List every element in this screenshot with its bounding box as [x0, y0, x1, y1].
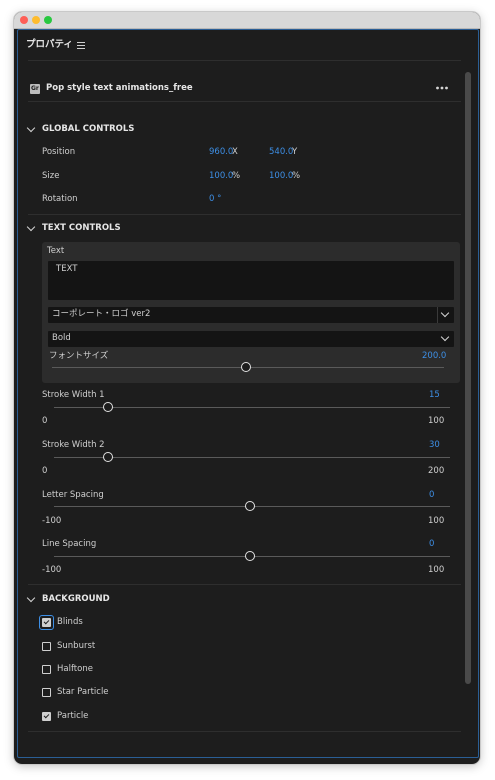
text-controls-header[interactable]: TEXT CONTROLS [42, 223, 121, 234]
font-size-label: フォントサイズ [49, 351, 109, 361]
stroke-width-2-label: Stroke Width 2 [42, 440, 105, 450]
stroke-width-1-value[interactable]: 15 [429, 390, 440, 401]
properties-window: プロパティ Gr Pop style text animations_free … [14, 12, 480, 764]
chevron-down-icon[interactable] [440, 308, 450, 318]
font-size-slider-handle[interactable] [241, 362, 251, 372]
line-spacing-max: 100 [428, 565, 445, 575]
position-y-unit: Y [292, 147, 298, 157]
size-width-unit: % [232, 171, 241, 181]
clip-divider [28, 101, 461, 102]
stroke-width-2-slider-track[interactable] [54, 457, 450, 458]
line-spacing-slider-handle[interactable] [245, 551, 255, 561]
letter-spacing-min: -100 [42, 516, 62, 526]
letter-spacing-max: 100 [428, 516, 445, 526]
stroke-width-2-min: 0 [42, 466, 48, 476]
particle-label: Particle [57, 711, 89, 721]
stroke-width-1-label: Stroke Width 1 [42, 390, 105, 400]
text-controls-chevron-icon[interactable] [26, 222, 36, 232]
header-divider [28, 60, 461, 61]
line-spacing-value[interactable]: 0 [429, 539, 434, 550]
letter-spacing-value[interactable]: 0 [429, 490, 434, 501]
position-x-unit: X [232, 147, 238, 157]
star-particle-checkbox[interactable] [42, 688, 51, 697]
sunburst-label: Sunburst [57, 641, 96, 651]
text-group: Text TEXT コーポレート・ロゴ ver2 Bold フォントサイズ 20… [42, 242, 460, 383]
font-style-value: Bold [52, 333, 71, 343]
rotation-value[interactable]: 0 ° [209, 194, 221, 205]
size-height-unit: % [292, 171, 301, 181]
halftone-checkbox[interactable] [42, 665, 51, 674]
size-width-value[interactable]: 100.0 [209, 171, 233, 182]
line-spacing-label: Line Spacing [42, 539, 97, 549]
background-chevron-icon[interactable] [26, 593, 36, 603]
zoom-window-button[interactable] [44, 16, 52, 24]
scrollbar-thumb[interactable] [465, 72, 471, 684]
global-controls-header[interactable]: GLOBAL CONTROLS [42, 124, 134, 135]
stroke-width-2-value[interactable]: 30 [429, 440, 440, 451]
letter-spacing-label: Letter Spacing [42, 490, 104, 500]
window-titlebar [14, 12, 480, 29]
letter-spacing-slider-handle[interactable] [245, 501, 255, 511]
clip-name: Pop style text animations_free [46, 83, 193, 93]
star-particle-label: Star Particle [57, 687, 109, 697]
sunburst-checkbox[interactable] [42, 642, 51, 651]
position-x-value[interactable]: 960.0 [209, 147, 233, 158]
font-family-value: コーポレート・ロゴ ver2 [52, 309, 151, 319]
global-controls-chevron-icon[interactable] [26, 123, 36, 133]
particle-checkbox[interactable] [42, 712, 51, 721]
graphics-icon: Gr [30, 84, 40, 94]
stroke-width-2-max: 200 [428, 466, 445, 476]
size-label: Size [42, 171, 60, 181]
minimize-window-button[interactable] [32, 16, 40, 24]
halftone-label: Halftone [57, 664, 93, 674]
stroke-width-1-max: 100 [428, 416, 445, 426]
global-controls-divider [28, 214, 461, 215]
text-controls-divider [28, 584, 461, 585]
hamburger-icon[interactable] [77, 42, 85, 49]
blinds-checkbox[interactable] [42, 618, 51, 627]
stroke-width-1-slider-track[interactable] [54, 407, 450, 408]
stroke-width-2-slider-handle[interactable] [103, 452, 113, 462]
position-label: Position [42, 147, 76, 157]
rotation-label: Rotation [42, 194, 78, 204]
background-header[interactable]: BACKGROUND [42, 594, 110, 605]
text-label: Text [47, 246, 65, 256]
line-spacing-min: -100 [42, 565, 62, 575]
background-divider [28, 731, 461, 732]
source-text-value: TEXT [56, 264, 78, 274]
blinds-label: Blinds [57, 617, 83, 627]
chevron-down-icon[interactable] [440, 332, 450, 342]
font-style-dropdown[interactable]: Bold [47, 330, 455, 348]
dropdown-separator [437, 307, 438, 323]
properties-panel: プロパティ Gr Pop style text animations_free … [17, 29, 479, 758]
size-height-value[interactable]: 100.0 [269, 171, 293, 182]
stroke-width-1-slider-handle[interactable] [103, 402, 113, 412]
position-y-value[interactable]: 540.0 [269, 147, 293, 158]
source-text-field[interactable]: TEXT [47, 260, 455, 301]
more-icon[interactable] [436, 86, 448, 90]
close-window-button[interactable] [20, 16, 28, 24]
stroke-width-1-min: 0 [42, 416, 48, 426]
font-family-dropdown[interactable]: コーポレート・ロゴ ver2 [47, 306, 455, 324]
font-size-value[interactable]: 200.0 [422, 351, 446, 362]
panel-title: プロパティ [26, 39, 73, 50]
